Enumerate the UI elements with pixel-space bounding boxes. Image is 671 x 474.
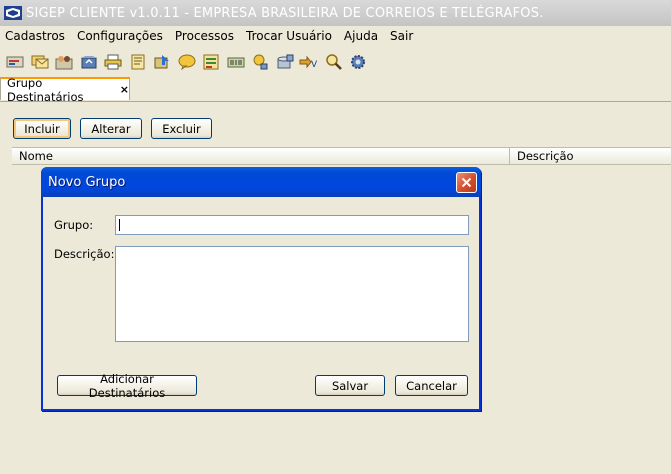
chat-icon[interactable]	[176, 51, 198, 73]
box-arrow-icon[interactable]	[151, 51, 173, 73]
text-caret	[119, 219, 120, 231]
descricao-textarea[interactable]	[115, 246, 469, 342]
menu-cadastros[interactable]: Cadastros	[0, 29, 71, 43]
user-search-icon[interactable]	[249, 51, 271, 73]
document-icon[interactable]	[127, 51, 149, 73]
grupo-input[interactable]	[115, 215, 469, 235]
barcode-icon[interactable]	[225, 51, 247, 73]
alterar-button[interactable]: Alterar	[80, 118, 142, 139]
descricao-label: Descrição:	[54, 247, 115, 261]
package-icon[interactable]	[78, 51, 100, 73]
magnifier-icon[interactable]	[323, 51, 345, 73]
tab-grupo-destinatarios[interactable]: Grupo Destinatários ×	[0, 76, 130, 104]
card-icon[interactable]	[4, 51, 26, 73]
novo-grupo-dialog: Novo Grupo Grupo: Descrição: Adicionar D…	[41, 167, 481, 411]
column-header-descricao[interactable]: Descrição	[509, 148, 671, 164]
dialog-title: Novo Grupo	[48, 174, 126, 190]
menu-bar: Cadastros Configurações Processos Trocar…	[0, 26, 671, 45]
menu-trocar-usuario[interactable]: Trocar Usuário	[240, 29, 338, 43]
table-header: Nome Descrição	[12, 147, 671, 165]
list-icon[interactable]	[200, 51, 222, 73]
grupo-label: Grupo:	[54, 218, 94, 232]
window-title: SIGEP CLIENTE v1.0.11 - EMPRESA BRASILEI…	[26, 5, 544, 21]
adicionar-destinatarios-button[interactable]: Adicionar Destinatários	[57, 372, 197, 400]
menu-ajuda[interactable]: Ajuda	[338, 29, 384, 43]
app-logo-icon	[4, 6, 22, 20]
toolbar: V	[0, 48, 671, 76]
column-header-nome[interactable]: Nome	[12, 148, 509, 164]
incluir-button[interactable]: Incluir	[13, 118, 71, 139]
tab-strip: Grupo Destinatários ×	[0, 76, 671, 104]
excluir-button[interactable]: Excluir	[151, 118, 212, 139]
svg-text:V: V	[311, 60, 318, 70]
window-title-bar: SIGEP CLIENTE v1.0.11 - EMPRESA BRASILEI…	[0, 0, 671, 26]
dialog-title-bar[interactable]: Novo Grupo	[41, 167, 481, 197]
database-icon[interactable]	[274, 51, 296, 73]
menu-processos[interactable]: Processos	[169, 29, 240, 43]
gear-icon[interactable]	[347, 51, 369, 73]
envelopes-icon[interactable]	[29, 51, 51, 73]
menu-configuracoes[interactable]: Configurações	[71, 29, 169, 43]
salvar-button[interactable]: Salvar	[315, 375, 385, 396]
cancelar-button[interactable]: Cancelar	[395, 375, 468, 396]
tab-label: Grupo Destinatários	[7, 75, 84, 104]
menu-sair[interactable]: Sair	[384, 29, 419, 43]
arrow-v-icon[interactable]: V	[298, 51, 320, 73]
tab-close-icon[interactable]: ×	[120, 83, 129, 96]
printer-icon[interactable]	[102, 51, 124, 73]
close-icon[interactable]	[456, 172, 477, 193]
people-icon[interactable]	[53, 51, 75, 73]
